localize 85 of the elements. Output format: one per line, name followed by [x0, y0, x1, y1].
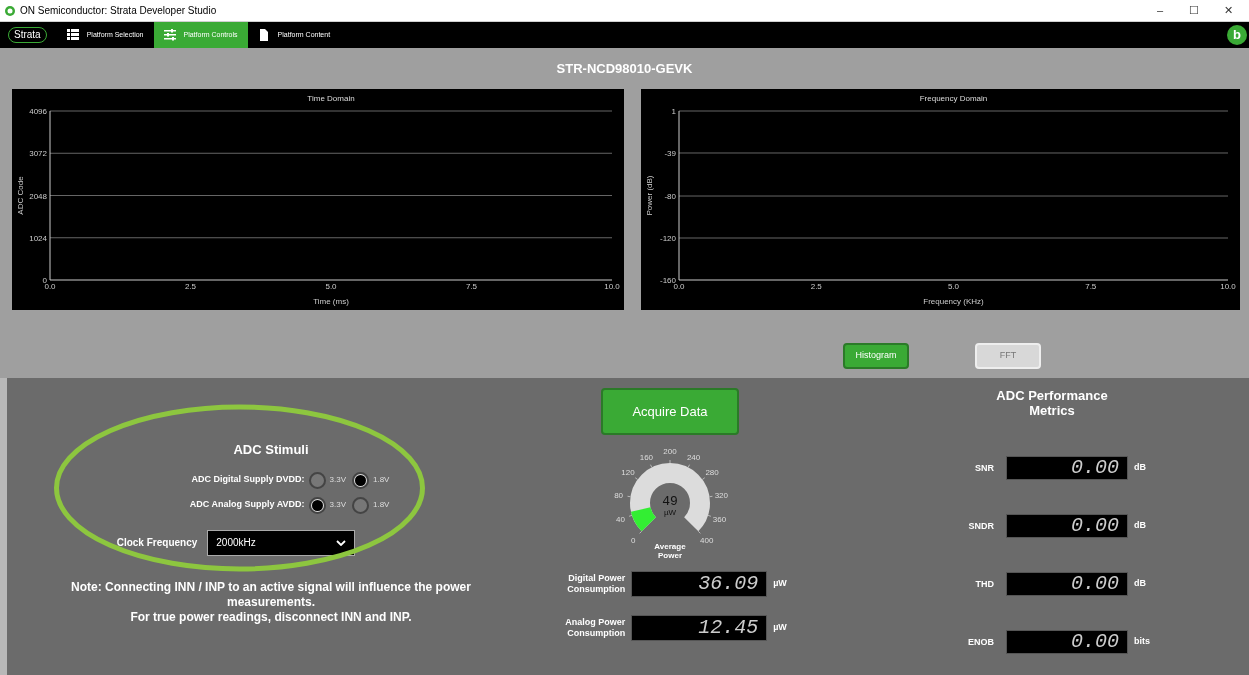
maximize-button[interactable]: ☐: [1177, 2, 1211, 19]
note-text: Note: Connecting INN / INP to an active signal will influence the power measurements.: [70, 579, 472, 610]
app-icon: [4, 4, 16, 17]
option-label: 3.3V: [329, 474, 346, 486]
tick-label: 5.0: [947, 282, 960, 291]
tick-label: 4096: [29, 107, 47, 116]
field-label: THD: [974, 578, 994, 590]
tick-label: 0: [42, 276, 47, 285]
field-label: Clock Frequency: [116, 536, 198, 550]
field-label: ADC Digital Supply DVDD:: [190, 473, 305, 487]
minimize-button[interactable]: –: [1143, 2, 1177, 19]
tick-label: 5.0: [325, 282, 337, 291]
tick-label: 7.5: [1085, 282, 1097, 291]
tick-label: 1: [671, 107, 676, 116]
gauge-tick-label: 280: [705, 468, 719, 478]
gauge-tick-label: 0: [631, 535, 636, 545]
sliders-icon: [163, 29, 176, 41]
unit-label: µW: [773, 577, 787, 591]
gauge-tick-label: 360: [712, 515, 727, 525]
radio-button[interactable]: [308, 471, 326, 489]
tick-label: -160: [660, 276, 676, 285]
close-button[interactable]: ✕: [1211, 2, 1245, 19]
gauge-unit: µW: [663, 508, 677, 517]
tick-label: 10.0: [604, 282, 620, 291]
unit-label: bits: [1134, 635, 1150, 649]
tick-label: 0.0: [44, 282, 56, 291]
unit-label: dB: [1134, 577, 1146, 591]
tick-label: 3072: [29, 149, 47, 159]
gauge-tick-label: 240: [686, 452, 701, 462]
numeric-display: 12.45: [631, 615, 768, 641]
tick-label: 0.0: [673, 282, 685, 291]
tick-label: -80: [664, 192, 676, 201]
gauge-tick-label: 320: [714, 490, 729, 500]
gauge-tick-label: 160: [639, 452, 654, 462]
field-label: SNR: [973, 462, 994, 474]
chevron-down-icon: [336, 539, 347, 546]
field-label: Analog Power Consumption: [564, 617, 626, 639]
tick-label: 2.5: [184, 282, 197, 291]
note-text: For true power readings, disconnect INN and INP.: [129, 609, 413, 625]
unit-label: µW: [773, 621, 787, 635]
unit-label: dB: [1134, 461, 1146, 475]
field-label: Digital Power Consumption: [566, 573, 626, 595]
tick-label: -39: [664, 149, 676, 158]
gauge-tick-label: 400: [700, 535, 714, 545]
numeric-display: 0.00: [1006, 514, 1128, 538]
section-title: ADC Stimuli: [233, 441, 309, 459]
tick-label: 2048: [29, 191, 47, 201]
gauge-tick-label: 80: [614, 490, 624, 500]
section-title: ADC Performance Metrics: [995, 388, 1109, 418]
axis-title: Time (ms): [313, 297, 349, 306]
chart-title: Frequency Domain: [919, 94, 988, 103]
numeric-display: 0.00: [1006, 456, 1128, 480]
tick-label: 7.5: [465, 282, 478, 291]
radio-button[interactable]: [352, 496, 369, 514]
tick-label: -120: [660, 234, 676, 243]
axis-title: ADC Code: [16, 176, 25, 215]
axis-title: Power (dB): [645, 175, 654, 216]
numeric-display: 0.00: [1006, 630, 1128, 654]
field-label: ENOB: [966, 636, 994, 648]
tick-label: 2.5: [810, 282, 822, 291]
field-label: ADC Analog Supply AVDD:: [188, 498, 305, 512]
board-title: STR-NCD98010-GEVK: [556, 59, 693, 78]
radio-button[interactable]: [308, 496, 326, 514]
gauge-tick-label: 200: [663, 447, 677, 456]
radio-button[interactable]: [352, 471, 369, 489]
list-icon: [66, 29, 79, 41]
axis-title: Frequency (KHz): [923, 297, 984, 306]
gauge-tick-label: 120: [621, 468, 635, 478]
option-label: 3.3V: [329, 499, 346, 511]
field-label: SNDR: [967, 520, 994, 532]
tick-label: 10.0: [1220, 282, 1236, 291]
tick-label: 1024: [29, 233, 47, 243]
numeric-display: 36.09: [631, 571, 768, 597]
gauge-tick-label: 40: [616, 515, 625, 525]
numeric-display: 0.00: [1006, 572, 1128, 596]
chart-title: Time Domain: [307, 94, 355, 103]
option-label: 1.8V: [373, 474, 390, 486]
clock-frequency-dropdown[interactable]: 2000kHz: [207, 529, 356, 556]
window-title: ON Semiconductor: Strata Developer Studio: [20, 4, 217, 18]
document-icon: [257, 29, 270, 41]
gauge-fill: [631, 506, 657, 531]
unit-label: dB: [1134, 519, 1146, 533]
option-label: 1.8V: [373, 499, 390, 511]
gauge-label: Average Power: [654, 542, 686, 560]
gauge-value: 49: [662, 494, 678, 509]
